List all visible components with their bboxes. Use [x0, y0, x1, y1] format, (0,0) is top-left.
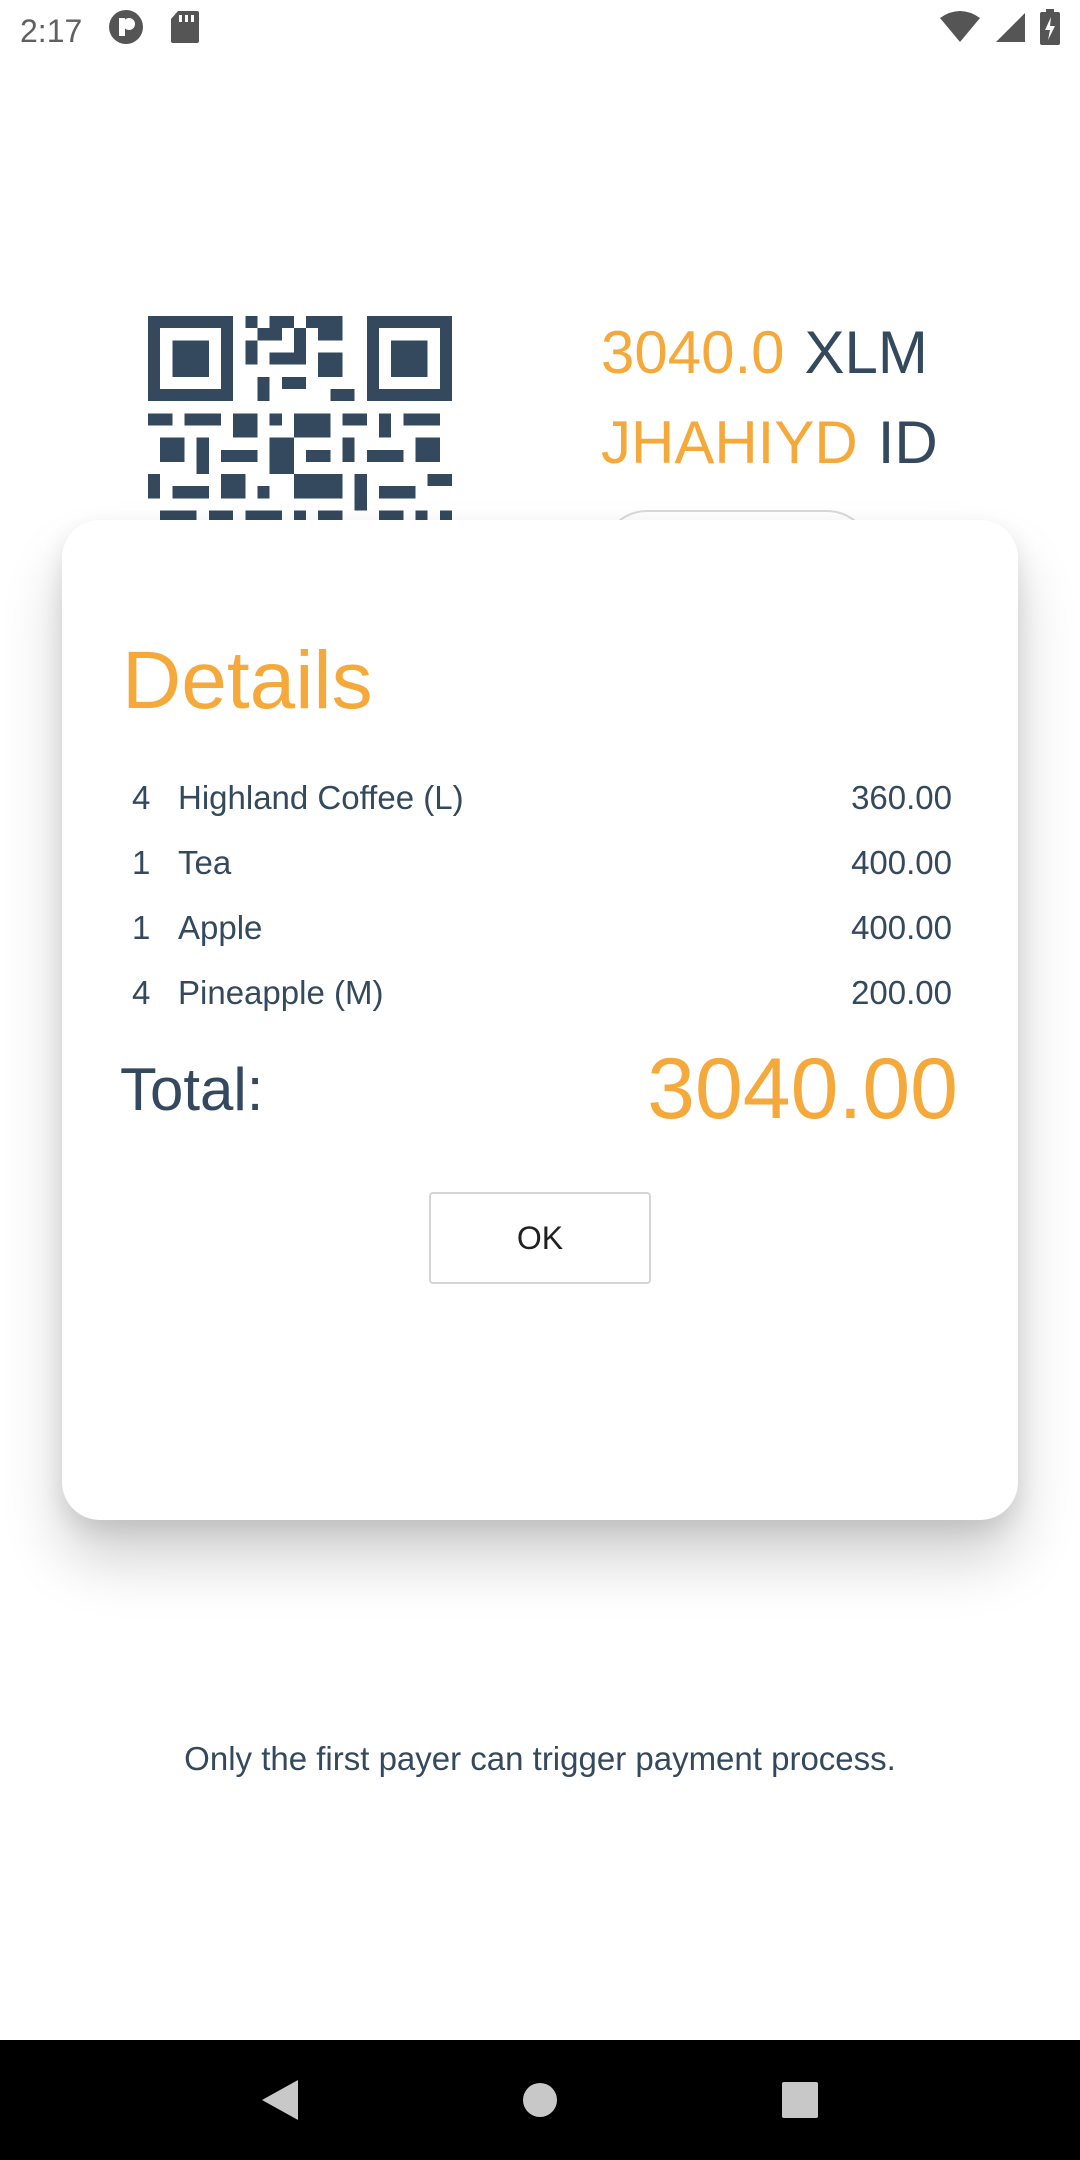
- item-price: 400.00: [851, 908, 952, 946]
- item-price: 400.00: [851, 843, 952, 881]
- dialog-title: Details: [122, 635, 373, 726]
- wifi-icon: [940, 11, 980, 51]
- item-name: Pineapple (M): [178, 973, 384, 1011]
- item-quantity: 1: [132, 843, 151, 881]
- app-notification-icon: [108, 9, 144, 53]
- item-price: 200.00: [851, 973, 952, 1011]
- item-quantity: 4: [132, 778, 151, 816]
- item-name: Apple: [178, 908, 263, 946]
- status-time: 2:17: [20, 12, 83, 49]
- list-item: 4 Pineapple (M) 200.00: [132, 960, 952, 1025]
- invoice-amount: 3040.0: [601, 319, 785, 386]
- cell-signal-icon: [994, 11, 1026, 51]
- list-item: 4 Highland Coffee (L) 360.00: [132, 765, 952, 830]
- item-name: Tea: [178, 843, 232, 881]
- invoice-id-line: JHAHIYD ID: [601, 408, 938, 477]
- order-items-list: 4 Highland Coffee (L) 360.00 1 Tea 400.0…: [132, 765, 952, 1025]
- item-quantity: 4: [132, 973, 151, 1011]
- invoice-amount-line: 3040.0 XLM: [601, 318, 928, 387]
- ok-button[interactable]: OK: [429, 1192, 651, 1284]
- system-navigation-bar: [0, 2040, 1080, 2160]
- list-item: 1 Apple 400.00: [132, 895, 952, 960]
- back-button[interactable]: [240, 2060, 320, 2140]
- recents-button[interactable]: [760, 2060, 840, 2140]
- total-value: 3040.00: [647, 1041, 958, 1137]
- total-label: Total:: [120, 1056, 264, 1123]
- status-bar: 2:17: [0, 0, 1080, 62]
- item-price: 360.00: [851, 778, 952, 816]
- back-triangle-icon: [262, 2080, 298, 2120]
- invoice-id-label: ID: [877, 409, 938, 476]
- screen: 2:17 3040.0 XLM JHAHIYD ID Only the firs…: [0, 0, 1080, 2160]
- battery-charging-icon: [1040, 9, 1060, 53]
- recents-square-icon: [782, 2082, 818, 2118]
- invoice-currency: XLM: [804, 319, 928, 386]
- sd-card-icon: [170, 10, 200, 52]
- list-item: 1 Tea 400.00: [132, 830, 952, 895]
- details-dialog: Details 4 Highland Coffee (L) 360.00 1 T…: [62, 520, 1018, 1520]
- item-quantity: 1: [132, 908, 151, 946]
- first-payer-note: Only the first payer can trigger payment…: [184, 1740, 896, 1777]
- home-circle-icon: [523, 2083, 557, 2117]
- invoice-code: JHAHIYD: [601, 409, 858, 476]
- home-button[interactable]: [500, 2060, 580, 2140]
- item-name: Highland Coffee (L): [178, 778, 464, 816]
